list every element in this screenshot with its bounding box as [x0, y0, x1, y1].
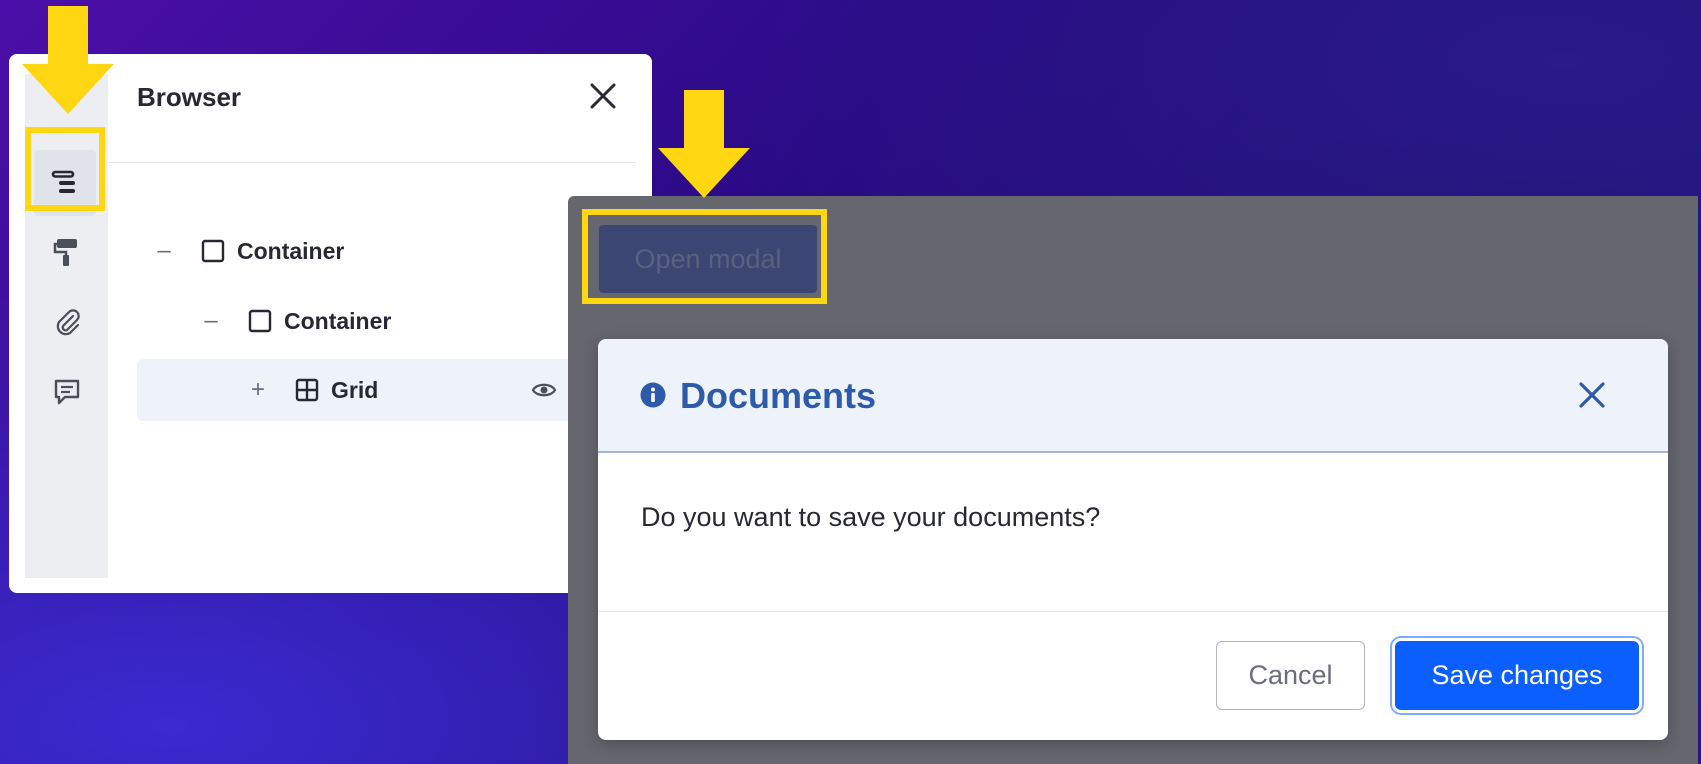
arrow-down-icon — [22, 6, 114, 114]
modal-title: Documents — [680, 375, 877, 416]
arrow-down-icon — [658, 90, 750, 198]
highlight-box — [25, 127, 105, 211]
save-changes-button[interactable]: Save changes — [1390, 636, 1644, 715]
grid-icon — [293, 376, 321, 404]
panel-divider — [108, 162, 636, 163]
modal-footer-divider — [598, 611, 1668, 612]
paint-roller-icon — [53, 239, 77, 266]
paperclip-icon — [56, 309, 80, 336]
tree-item-label: Container — [284, 307, 392, 334]
comment-icon — [54, 379, 80, 405]
eye-icon[interactable] — [531, 377, 557, 409]
info-circle-icon — [640, 382, 666, 408]
modal-body-text: Do you want to save your documents? — [641, 502, 1101, 532]
square-icon — [199, 237, 227, 265]
highlight-box — [582, 209, 827, 304]
close-panel-button[interactable] — [587, 80, 619, 112]
panel-title: Browser — [137, 82, 242, 112]
comments-tab-button[interactable] — [49, 374, 85, 410]
modal-header: Documents — [598, 339, 1668, 453]
browser-panel: Browser – Container – Container + Grid — [9, 54, 652, 593]
close-modal-button[interactable] — [1572, 375, 1612, 415]
square-icon — [246, 307, 274, 335]
close-icon — [590, 83, 616, 109]
tree-item-label: Grid — [331, 376, 379, 403]
collapse-toggle[interactable]: – — [200, 307, 222, 335]
close-icon — [1579, 382, 1605, 408]
cancel-button[interactable]: Cancel — [1216, 641, 1365, 710]
expand-toggle[interactable]: + — [247, 376, 269, 404]
tree-item-label: Container — [237, 237, 345, 264]
stylebook-tab-button[interactable] — [49, 234, 85, 270]
attachments-tab-button[interactable] — [49, 304, 85, 340]
documents-modal: Documents Do you want to save your docum… — [598, 339, 1668, 740]
collapse-toggle[interactable]: – — [153, 237, 175, 265]
